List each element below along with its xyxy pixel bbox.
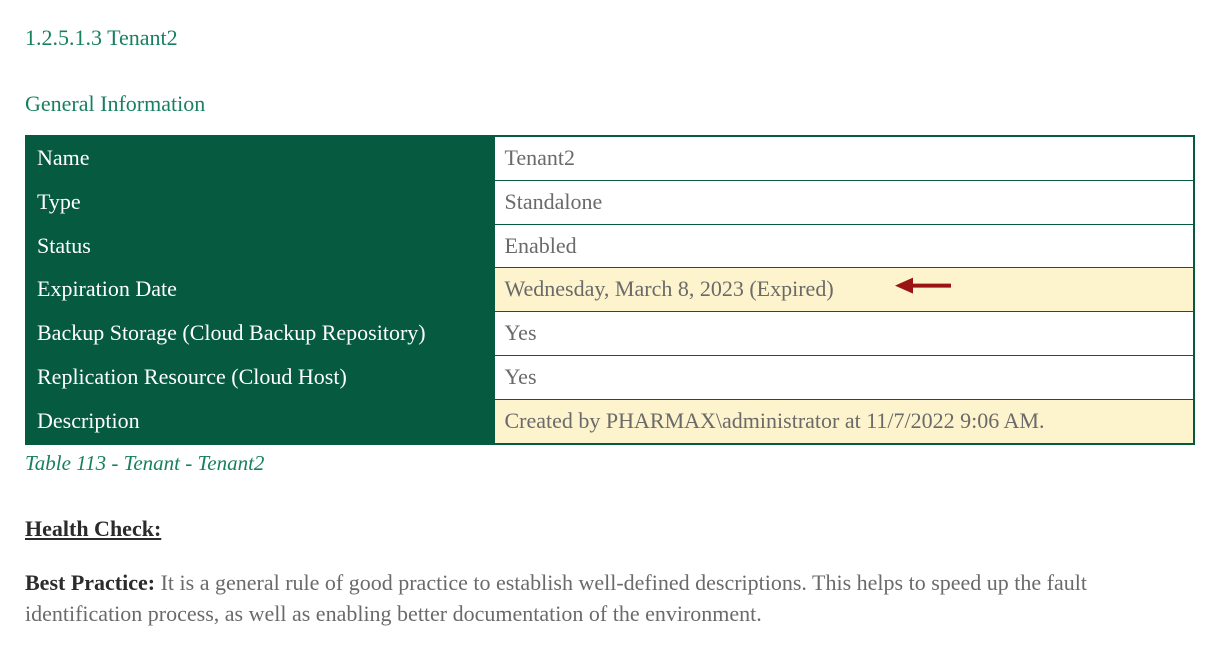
row-value: Yes xyxy=(494,312,1194,356)
table-row: Backup Storage (Cloud Backup Repository)… xyxy=(26,312,1194,356)
arrow-icon xyxy=(895,274,951,305)
row-label: Expiration Date xyxy=(26,268,494,312)
row-value: Wednesday, March 8, 2023 (Expired) xyxy=(494,268,1194,312)
row-value: Enabled xyxy=(494,224,1194,268)
table-row: Description Created by PHARMAX\administr… xyxy=(26,399,1194,443)
table-row: Replication Resource (Cloud Host) Yes xyxy=(26,355,1194,399)
row-value-text: Wednesday, March 8, 2023 (Expired) xyxy=(505,276,834,301)
health-check-heading: Health Check: xyxy=(25,516,1185,542)
best-practice-text: Best Practice: It is a general rule of g… xyxy=(25,567,1185,631)
table-row: Expiration Date Wednesday, March 8, 2023… xyxy=(26,268,1194,312)
row-label: Description xyxy=(26,399,494,443)
subsection-heading: General Information xyxy=(25,91,1185,117)
section-number: 1.2.5.1.3 Tenant2 xyxy=(25,25,1185,51)
row-value: Standalone xyxy=(494,180,1194,224)
table-caption: Table 113 - Tenant - Tenant2 xyxy=(25,451,1185,476)
row-label: Replication Resource (Cloud Host) xyxy=(26,355,494,399)
best-practice-body: It is a general rule of good practice to… xyxy=(25,570,1087,627)
row-label: Type xyxy=(26,180,494,224)
best-practice-label: Best Practice: xyxy=(25,570,161,595)
row-label: Name xyxy=(26,136,494,180)
table-row: Type Standalone xyxy=(26,180,1194,224)
table-row: Status Enabled xyxy=(26,224,1194,268)
row-value: Yes xyxy=(494,355,1194,399)
row-value: Tenant2 xyxy=(494,136,1194,180)
row-label: Status xyxy=(26,224,494,268)
table-row: Name Tenant2 xyxy=(26,136,1194,180)
row-label: Backup Storage (Cloud Backup Repository) xyxy=(26,312,494,356)
general-information-table: Name Tenant2 Type Standalone Status Enab… xyxy=(25,135,1195,445)
row-value: Created by PHARMAX\administrator at 11/7… xyxy=(494,399,1194,443)
